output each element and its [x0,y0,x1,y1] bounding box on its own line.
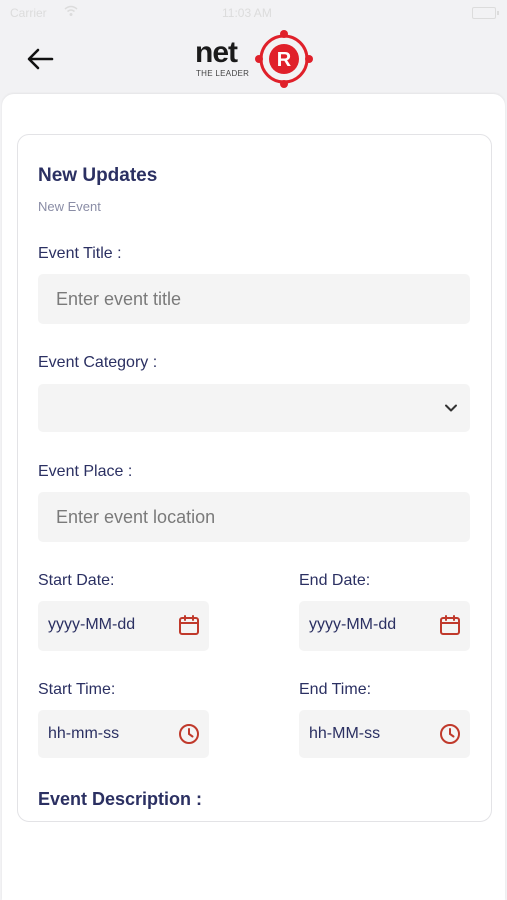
carrier-label: Carrier [10,6,47,20]
event-place-input[interactable] [38,492,470,542]
event-title-label: Event Title : [38,245,122,262]
calendar-icon [179,615,199,635]
wifi-icon [64,5,78,16]
form-title: New Updates [38,165,158,186]
start-date-label: Start Date: [38,572,115,589]
status-bar: Carrier 11:03 AM [0,0,507,28]
start-time-picker[interactable]: hh-mm-ss [38,710,209,758]
logo-text: net [195,36,238,69]
end-date-value: yyyy-MM-dd [309,616,397,633]
form-subtitle: New Event [38,199,101,214]
app-header: net THE LEADER R [0,28,507,94]
app-logo: net THE LEADER R [194,28,316,90]
status-time: 11:03 AM [222,6,272,20]
start-time-label: Start Time: [38,681,116,698]
clock-icon [440,724,460,744]
event-category-select[interactable] [38,384,470,432]
end-date-picker[interactable]: yyyy-MM-dd [299,601,470,651]
back-arrow-icon[interactable] [22,44,58,74]
new-event-form-card: New Updates New Event Event Title : Even… [17,134,492,822]
event-place-label: Event Place : [38,463,133,480]
start-time-value: hh-mm-ss [48,725,120,742]
battery-icon [472,7,499,19]
end-time-label: End Time: [299,681,372,698]
logo-tagline: THE LEADER [196,69,250,78]
event-category-label: Event Category : [38,354,158,371]
end-time-picker[interactable]: hh-MM-ss [299,710,470,758]
end-time-value: hh-MM-ss [309,725,381,742]
logo-r-mark-icon: R [255,30,313,88]
logo-mark-letter: R [277,49,292,71]
chevron-down-icon [445,404,457,412]
end-date-label: End Date: [299,572,371,589]
clock-icon [179,724,199,744]
calendar-icon [440,615,460,635]
event-title-input[interactable] [38,274,470,324]
start-date-picker[interactable]: yyyy-MM-dd [38,601,209,651]
event-description-heading: Event Description : [38,789,203,809]
start-date-value: yyyy-MM-dd [48,616,136,633]
